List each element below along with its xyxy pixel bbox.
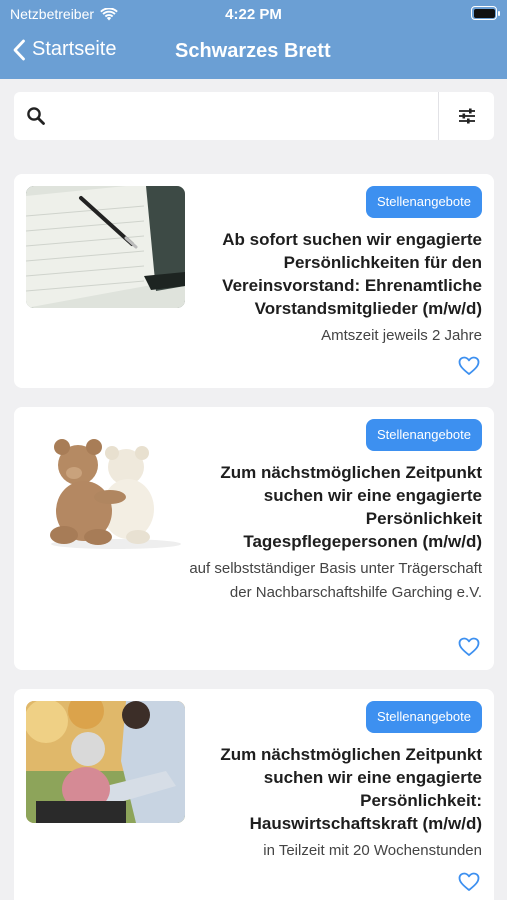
heart-icon[interactable] xyxy=(458,637,480,657)
post-headline: Zum nächstmöglichen Zeitpunkt suchen wir… xyxy=(220,463,482,551)
status-time: 4:22 PM xyxy=(225,6,282,23)
post-card[interactable]: Stellenangebote Zum nächstmöglichen Zeit… xyxy=(14,689,494,900)
category-badge[interactable]: Stellenangebote xyxy=(366,186,482,218)
post-card[interactable]: Stellenangebote Ab sofort suchen wir eng… xyxy=(14,174,494,388)
back-button[interactable]: Startseite xyxy=(12,38,116,61)
search-icon xyxy=(27,107,45,125)
filter-button[interactable] xyxy=(439,92,494,140)
chevron-left-icon xyxy=(13,39,25,60)
post-image-caregiver xyxy=(26,701,185,823)
nav-bar: Startseite Schwarzes Brett xyxy=(0,30,507,76)
post-subtitle: in Teilzeit mit 20 Wochenstunden xyxy=(263,842,482,859)
category-badge[interactable]: Stellenangebote xyxy=(366,701,482,733)
post-image-teddy-bears xyxy=(26,429,185,551)
battery-icon xyxy=(471,6,500,20)
page-title: Schwarzes Brett xyxy=(175,40,331,62)
status-bar: Netzbetreiber 4:22 PM xyxy=(0,0,507,28)
category-badge[interactable]: Stellenangebote xyxy=(366,419,482,451)
filter-icon xyxy=(458,108,475,124)
post-subtitle: Amtszeit jeweils 2 Jahre xyxy=(321,327,482,344)
post-subtitle: auf selbstständiger Basis unter Trägersc… xyxy=(189,560,482,601)
search-bar xyxy=(14,92,494,140)
search-input[interactable] xyxy=(58,100,438,132)
heart-icon[interactable] xyxy=(458,872,480,892)
heart-icon[interactable] xyxy=(458,356,480,376)
post-headline: Ab sofort suchen wir engagierte Persönli… xyxy=(222,230,482,318)
post-image-notebook xyxy=(26,186,185,308)
back-label: Startseite xyxy=(32,38,117,60)
post-headline: Zum nächstmöglichen Zeitpunkt suchen wir… xyxy=(220,745,482,833)
post-card[interactable]: Stellenangebote Zum nächstmöglichen Zeit… xyxy=(14,407,494,670)
header-bar: Netzbetreiber 4:22 PM Startseite Schwarz… xyxy=(0,0,507,79)
